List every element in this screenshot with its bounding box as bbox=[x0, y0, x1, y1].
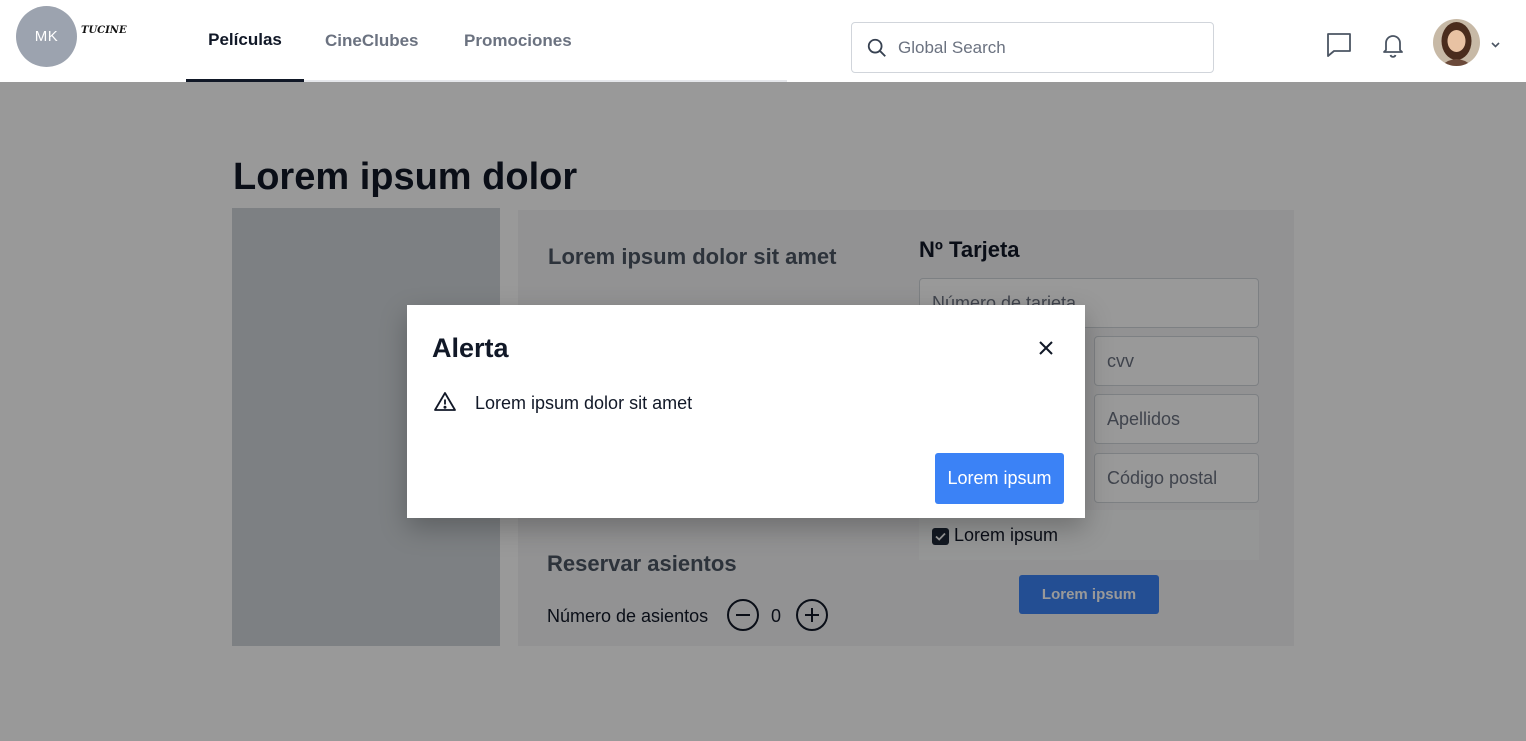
main-nav: Películas CineClubes Promociones bbox=[186, 0, 787, 82]
user-avatar[interactable] bbox=[1433, 19, 1480, 66]
tab-cineclubes-label: CineClubes bbox=[325, 31, 419, 50]
chevron-down-icon[interactable] bbox=[1489, 38, 1502, 51]
tab-promociones-label: Promociones bbox=[464, 31, 572, 50]
message-icon[interactable] bbox=[1325, 31, 1353, 59]
global-search bbox=[851, 22, 1214, 73]
brand-name[interactable]: TUCINE bbox=[81, 25, 127, 36]
bell-icon[interactable] bbox=[1379, 31, 1407, 59]
modal-confirm-button[interactable]: Lorem ipsum bbox=[935, 453, 1064, 504]
tab-peliculas[interactable]: Películas bbox=[186, 0, 304, 82]
tab-peliculas-label: Películas bbox=[208, 29, 282, 49]
tab-promociones[interactable]: Promociones bbox=[464, 0, 572, 82]
search-input[interactable] bbox=[898, 23, 1198, 72]
logo-initials: MK bbox=[34, 28, 59, 45]
warning-icon bbox=[434, 392, 456, 411]
tab-cineclubes[interactable]: CineClubes bbox=[325, 0, 419, 82]
close-icon[interactable] bbox=[1035, 337, 1057, 359]
top-navigation-bar: MK TUCINE Películas CineClubes Promocion… bbox=[0, 0, 1526, 82]
avatar-portrait bbox=[1433, 19, 1480, 66]
alert-modal: Alerta Lorem ipsum dolor sit amet Lorem … bbox=[407, 305, 1085, 518]
search-icon bbox=[867, 38, 886, 57]
modal-message: Lorem ipsum dolor sit amet bbox=[475, 393, 693, 413]
logo-avatar[interactable]: MK bbox=[16, 6, 77, 67]
modal-title: Alerta bbox=[432, 333, 509, 363]
